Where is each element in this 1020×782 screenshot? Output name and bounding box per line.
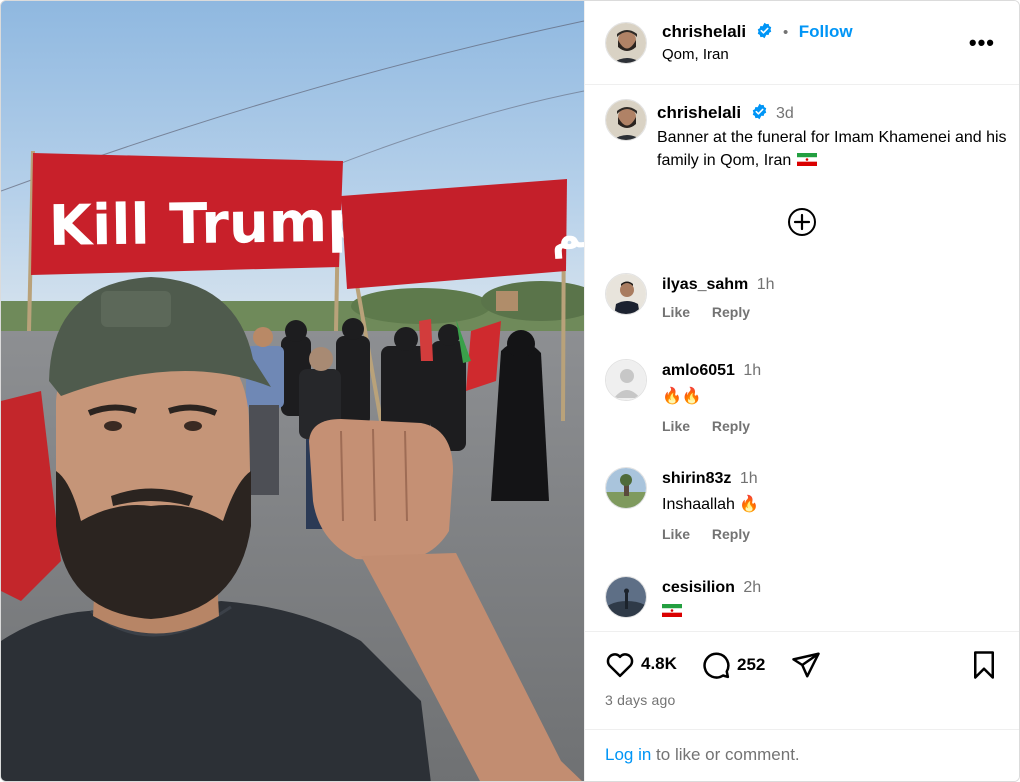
comment-text [662, 603, 1002, 621]
likes-count[interactable]: 4.8K [641, 654, 677, 674]
plus-circle-icon[interactable] [787, 207, 817, 237]
instagram-post: Kill Trump ترامپ رامی کشیم [0, 0, 1020, 782]
comment-text: 🔥🔥 [662, 388, 702, 405]
comment-reply-button[interactable]: Reply [712, 304, 750, 320]
post-age[interactable]: 3 days ago [605, 692, 676, 708]
iran-flag-icon [797, 153, 818, 166]
comment-like-button[interactable]: Like [662, 526, 690, 542]
iran-flag-icon [662, 604, 682, 617]
comment-username[interactable]: ilyas_sahm [662, 276, 748, 293]
comment-reply-button[interactable]: Reply [712, 526, 750, 542]
comments-count[interactable]: 252 [737, 655, 765, 675]
commenter-avatar[interactable] [605, 467, 647, 509]
like-action: 4.8K [605, 650, 677, 678]
comment-like-button[interactable]: Like [662, 418, 690, 434]
more-options-icon[interactable]: ••• [969, 30, 995, 56]
default-avatar-icon [606, 360, 646, 400]
comment-time[interactable]: 1h [740, 470, 758, 487]
login-link[interactable]: Log in [605, 745, 651, 764]
banner-left-text: Kill Trump [48, 190, 367, 259]
follow-button[interactable]: Follow [799, 22, 853, 41]
author-username[interactable]: chrishelali [662, 22, 746, 41]
comment-action: 252 [701, 650, 765, 680]
comment-time[interactable]: 1h [757, 276, 775, 293]
login-suffix: to like or comment. [651, 745, 800, 764]
heart-icon[interactable] [605, 650, 635, 678]
comment-text: Inshaallah 🔥 [662, 496, 760, 513]
comment-username[interactable]: amlo6051 [662, 362, 735, 379]
paper-plane-icon[interactable] [791, 651, 821, 679]
avatar-image [606, 100, 646, 140]
comment-username[interactable]: shirin83z [662, 470, 731, 487]
caption-time[interactable]: 3d [776, 105, 794, 122]
post-location[interactable]: Qom, Iran [662, 46, 853, 63]
post-footer: 4.8K 252 3 days ago Log in to like or co… [585, 631, 1019, 781]
comment-like-button[interactable]: Like [662, 304, 690, 320]
post-photo[interactable]: Kill Trump ترامپ رامی کشیم [1, 1, 584, 781]
author-avatar[interactable] [605, 22, 647, 64]
action-bar: 4.8K 252 [605, 650, 1005, 684]
comment-bubble-icon[interactable] [701, 650, 731, 680]
comment-username[interactable]: cesisilion [662, 579, 735, 596]
caption-text-block: chrishelali 3d Banner at the funeral for… [657, 101, 1007, 173]
verified-badge-icon [757, 22, 771, 39]
avatar-image [606, 468, 646, 508]
avatar-image [606, 23, 646, 63]
bookmark-icon[interactable] [971, 650, 997, 680]
comment-reply-button[interactable]: Reply [712, 418, 750, 434]
avatar-image [606, 274, 646, 314]
commenter-avatar[interactable] [605, 576, 647, 618]
share-action [791, 651, 821, 679]
separator-dot: • [783, 24, 789, 41]
commenter-avatar[interactable] [605, 273, 647, 315]
comment-time[interactable]: 2h [743, 579, 761, 596]
verified-badge-icon [752, 103, 766, 120]
avatar-image [606, 577, 646, 617]
commenter-avatar[interactable] [605, 359, 647, 401]
photo-illustration: Kill Trump ترامپ رامی کشیم [1, 1, 584, 781]
post-header: chrishelali • Follow Qom, Iran ••• [585, 1, 1019, 85]
save-action [971, 650, 997, 680]
login-prompt: Log in to like or comment. [585, 729, 1019, 781]
post-side-panel: chrishelali • Follow Qom, Iran ••• chris… [584, 1, 1019, 781]
caption-body: Banner at the funeral for Imam Khamenei … [657, 128, 1007, 170]
caption-avatar[interactable] [605, 99, 647, 141]
comment-time[interactable]: 1h [743, 362, 761, 379]
caption-username[interactable]: chrishelali [657, 103, 741, 122]
